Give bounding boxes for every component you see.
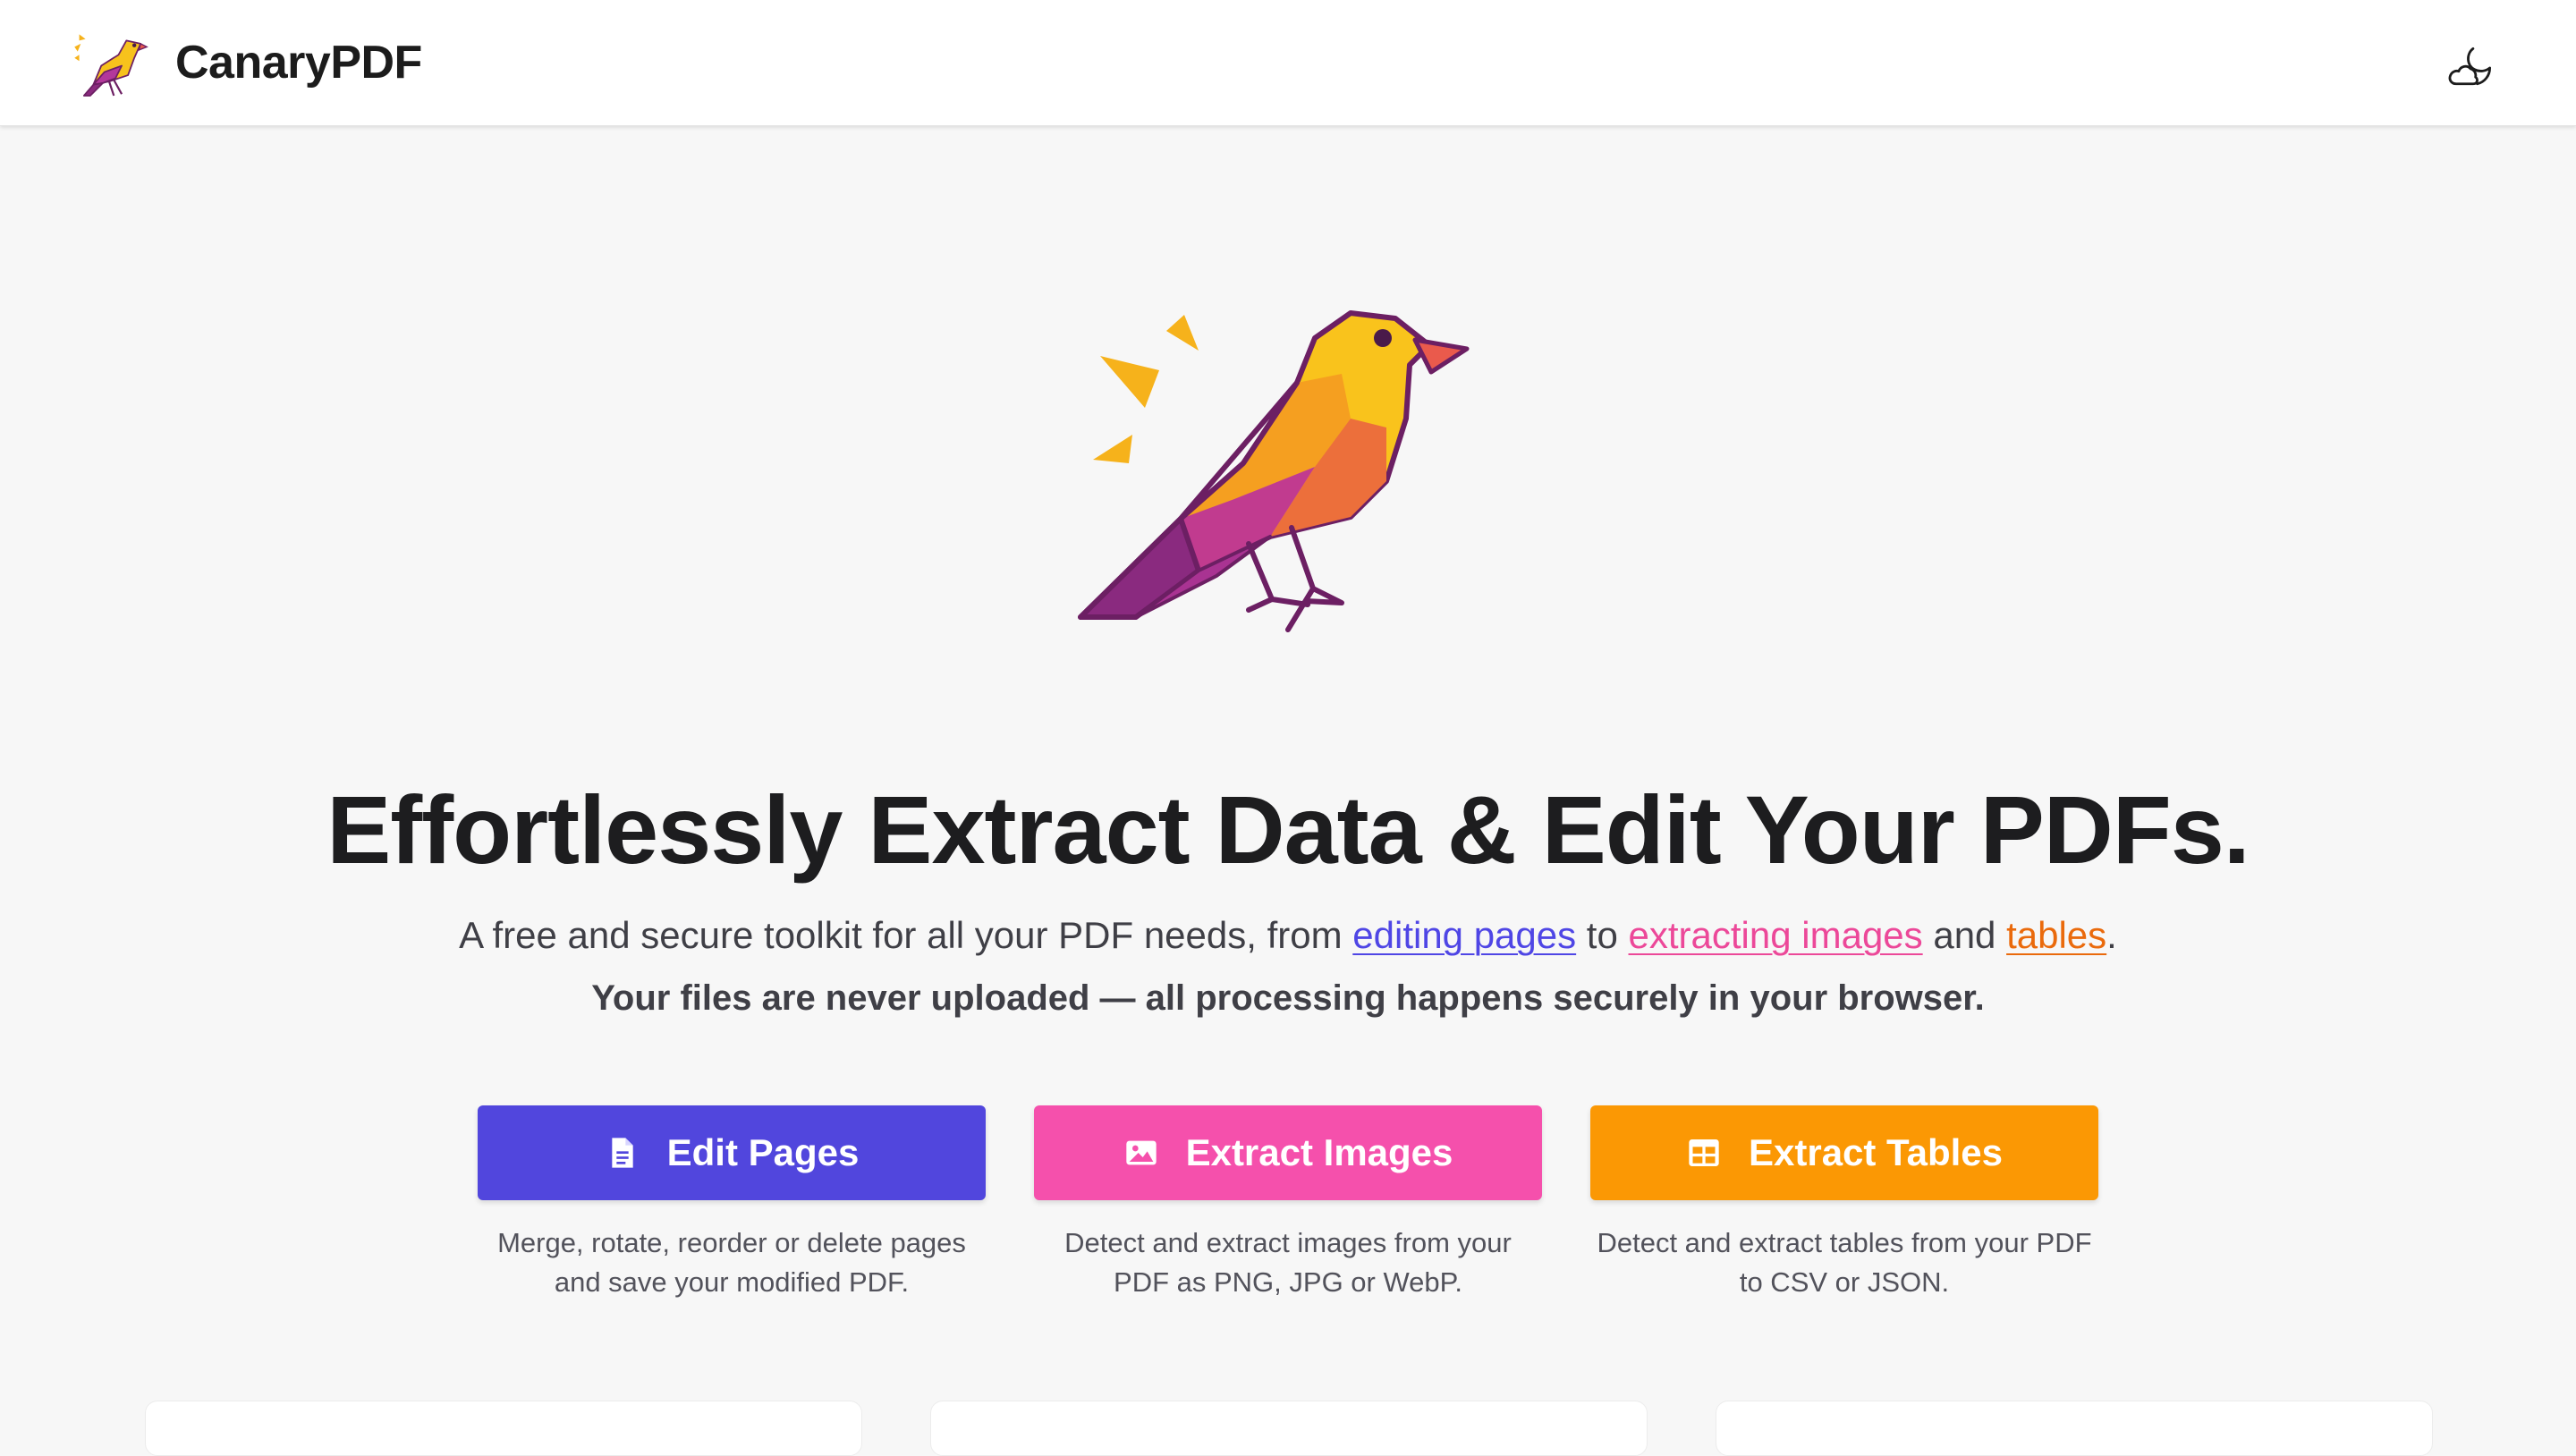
document-icon [605, 1135, 640, 1171]
image-icon [1123, 1135, 1159, 1171]
feature-card [145, 1401, 862, 1456]
extract-images-label: Extract Images [1185, 1131, 1453, 1173]
theme-toggle-button[interactable] [2440, 36, 2503, 98]
tagline-text-middle2: and [1922, 914, 2007, 956]
tagline-text-middle1: to [1576, 914, 1629, 956]
canary-bird-illustration [1078, 310, 1470, 632]
app-name: CanaryPDF [175, 37, 422, 89]
edit-pages-label: Edit Pages [666, 1131, 860, 1173]
tagline-text-suffix: . [2106, 914, 2117, 956]
table-icon [1686, 1135, 1722, 1171]
extracting-images-link[interactable]: extracting images [1629, 914, 1923, 956]
privacy-note: Your files are never uploaded — all proc… [591, 978, 1985, 1018]
hero-tagline: A free and secure toolkit for all your P… [0, 909, 2576, 962]
brand-home-link[interactable]: CanaryPDF [70, 23, 422, 102]
canary-logo-icon [74, 34, 148, 97]
extract-tables-button[interactable]: Extract Tables [1590, 1105, 2098, 1200]
moon-cloud-icon [2448, 47, 2492, 86]
top-navbar: CanaryPDF [0, 0, 2576, 126]
edit-pages-description: Merge, rotate, reorder or delete pages a… [497, 1227, 966, 1298]
tables-link[interactable]: tables [2006, 914, 2106, 956]
extract-images-description: Detect and extract images from your PDF … [1064, 1227, 1512, 1298]
editing-pages-link[interactable]: editing pages [1352, 914, 1576, 956]
edit-pages-button[interactable]: Edit Pages [478, 1105, 986, 1200]
tagline-text-prefix: A free and secure toolkit for all your P… [459, 914, 1353, 956]
extract-images-button[interactable]: Extract Images [1034, 1105, 1542, 1200]
feature-card [930, 1401, 1648, 1456]
extract-tables-description: Detect and extract tables from your PDF … [1597, 1227, 2092, 1298]
extract-tables-label: Extract Tables [1748, 1131, 2003, 1173]
feature-card [1716, 1401, 2433, 1456]
hero-headline: Effortlessly Extract Data & Edit Your PD… [326, 775, 2250, 884]
